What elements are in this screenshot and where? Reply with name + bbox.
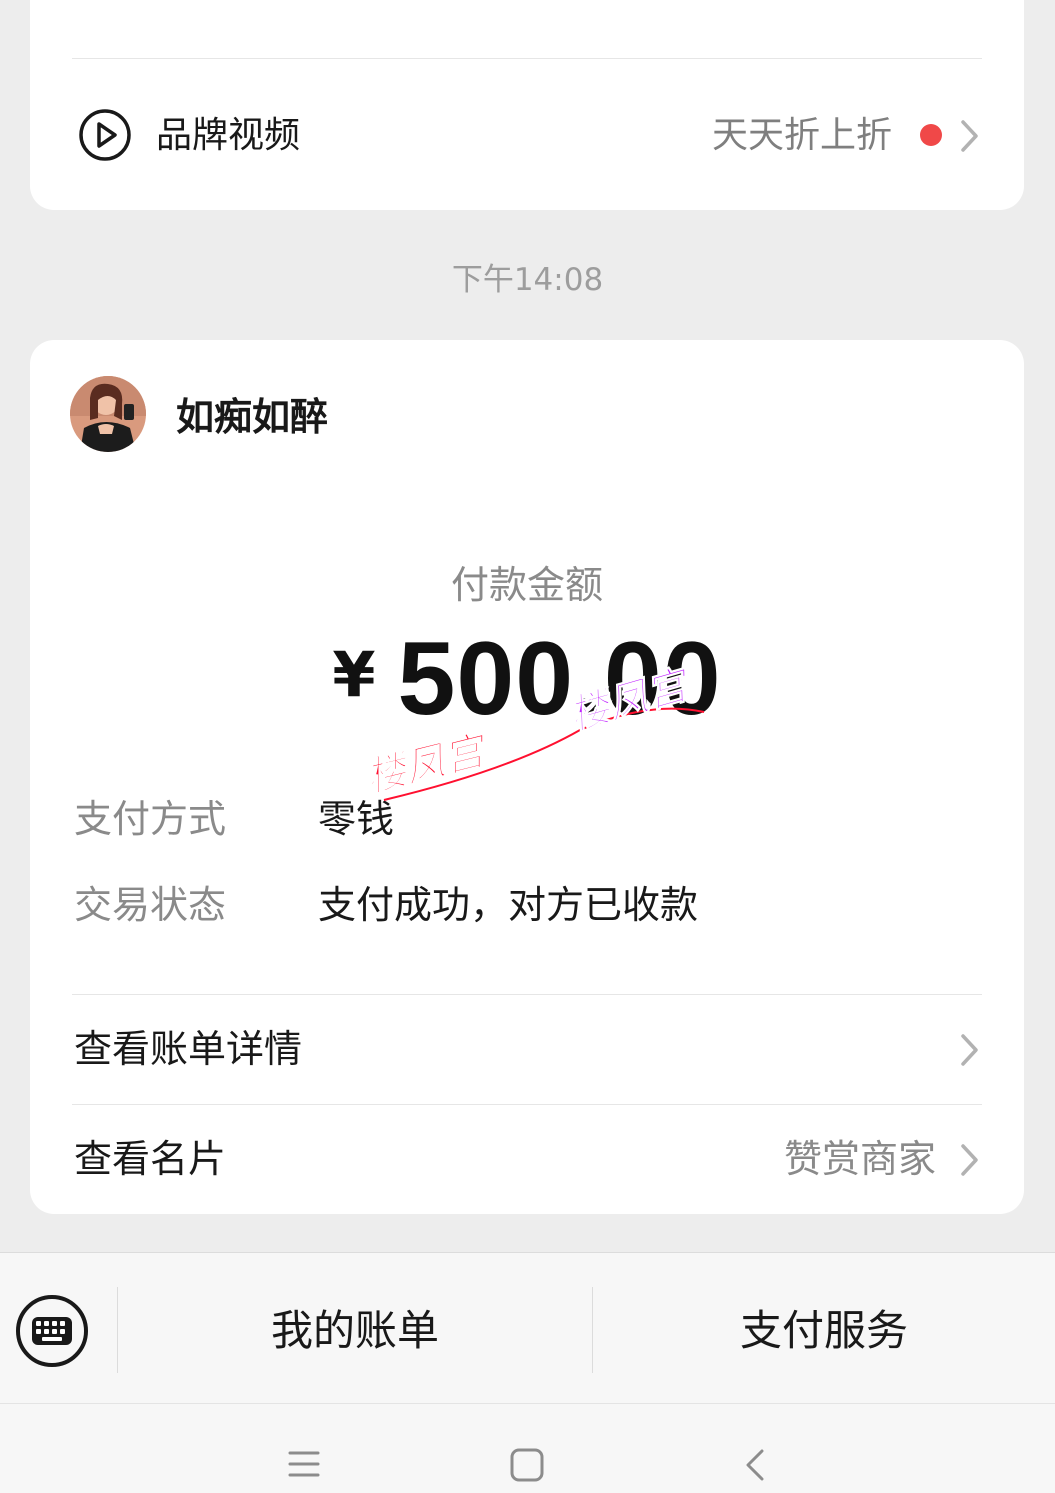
play-circle-icon — [79, 109, 131, 161]
currency-symbol: ¥ — [332, 638, 376, 711]
transaction-status-value: 支付成功，对方已收款 — [318, 883, 699, 927]
back-icon[interactable] — [744, 1448, 766, 1482]
brand-promo-text: 天天折上折 — [711, 115, 892, 156]
transaction-status-row: 交易状态 支付成功，对方已收款 — [30, 874, 1024, 934]
pay-service-button[interactable]: 支付服务 — [593, 1303, 1055, 1359]
divider — [72, 994, 982, 995]
chevron-right-icon — [961, 120, 978, 152]
payment-card: 如痴如醉 付款金额 ¥500.00 支付方式 零钱 交易状态 支付成功，对方已收… — [30, 340, 1024, 1214]
bill-detail-label: 查看账单详情 — [74, 1027, 303, 1071]
avatar[interactable] — [70, 376, 146, 452]
brand-video-row[interactable]: 品牌视频 天天折上折 — [30, 80, 1024, 190]
chevron-right-icon — [961, 1034, 978, 1066]
chevron-right-icon — [961, 1144, 978, 1176]
notification-dot — [920, 124, 942, 146]
avatar-photo — [70, 376, 146, 452]
divider — [72, 1104, 982, 1105]
top-card: 品牌视频 天天折上折 — [30, 0, 1024, 210]
amount-value: 500.00 — [397, 621, 722, 737]
reward-merchant-text: 赞赏商家 — [783, 1137, 936, 1181]
divider — [72, 58, 982, 59]
payee-name: 如痴如醉 — [176, 395, 329, 439]
message-timestamp: 下午14:08 — [451, 262, 604, 298]
system-nav-bar — [0, 1403, 1055, 1493]
amount-display: ¥500.00 — [30, 624, 1024, 734]
menu-icon[interactable] — [288, 1450, 320, 1478]
payment-method-row: 支付方式 零钱 — [30, 788, 1024, 848]
my-bill-button[interactable]: 我的账单 — [118, 1303, 592, 1359]
keyboard-icon[interactable] — [14, 1293, 90, 1369]
brand-video-label: 品牌视频 — [156, 115, 301, 156]
transaction-status-label: 交易状态 — [74, 883, 227, 927]
home-icon[interactable] — [510, 1448, 544, 1482]
amount-label: 付款金额 — [450, 563, 603, 607]
payment-method-value: 零钱 — [318, 797, 395, 841]
bill-detail-link[interactable]: 查看账单详情 — [30, 996, 1024, 1104]
bottom-menu-bar: 我的账单 支付服务 — [0, 1252, 1055, 1403]
payment-method-label: 支付方式 — [74, 797, 227, 841]
view-card-label: 查看名片 — [74, 1137, 227, 1181]
view-card-link[interactable]: 查看名片 赞赏商家 — [30, 1106, 1024, 1214]
